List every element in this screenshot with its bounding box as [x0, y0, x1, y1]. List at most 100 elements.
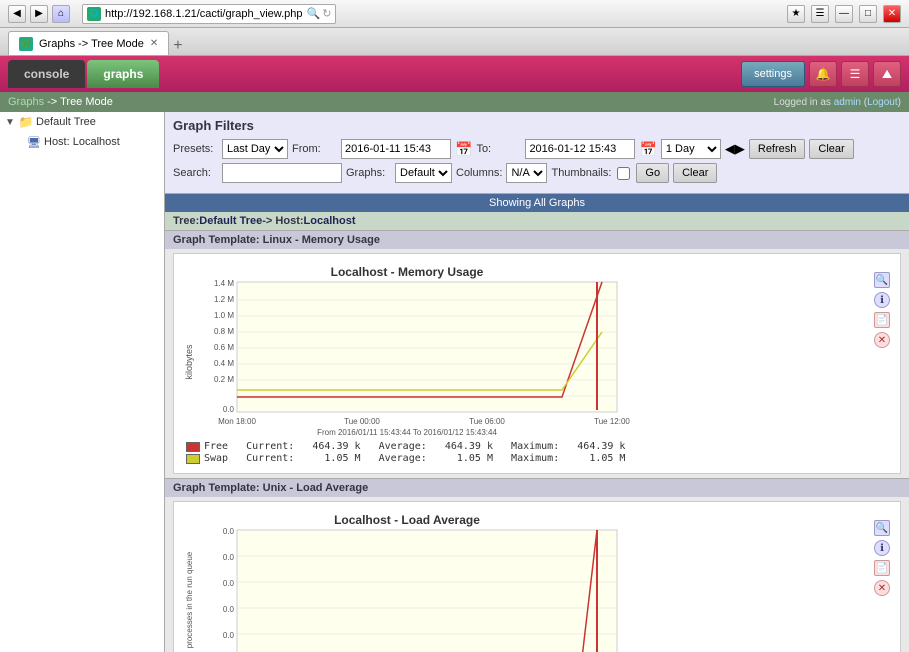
browser-titlebar: ◀ ▶ ⌂ 🌐 http://192.168.1.21/cacti/graph_… — [0, 0, 909, 28]
graphs-breadcrumb-link[interactable]: Graphs — [8, 96, 44, 108]
sidebar-host-localhost[interactable]: 🖥 Host: Localhost — [20, 132, 164, 152]
settings-button[interactable]: settings — [741, 61, 805, 87]
bookmark-icon[interactable]: ★ — [787, 5, 805, 23]
graph2-delete-icon[interactable]: ✕ — [874, 580, 890, 596]
nav-icon-3[interactable]: ⛰ — [873, 61, 901, 87]
maximize-button[interactable]: □ — [859, 5, 877, 23]
columns-label: Columns: — [456, 167, 502, 179]
site-icon: 🌐 — [87, 7, 101, 21]
breadcrumb-bar: Graphs -> Tree Mode Logged in as admin (… — [0, 92, 909, 112]
nav-icon-1[interactable]: 🔔 — [809, 61, 837, 87]
url-text: http://192.168.1.21/cacti/graph_view.php — [105, 8, 303, 20]
graph1-delete-icon[interactable]: ✕ — [874, 332, 890, 348]
svg-text:1.2 M: 1.2 M — [214, 295, 234, 304]
graphs-tab[interactable]: graphs — [87, 60, 159, 88]
graph2-svg-wrapper: Localhost - Load Average processes in th… — [182, 510, 892, 652]
graph1-zoom-icon[interactable]: 🔍 — [874, 272, 890, 288]
clear-button-1[interactable]: Clear — [809, 139, 853, 159]
main-layout: ▼ 📁 Default Tree 🖥 Host: Localhost Graph… — [0, 112, 909, 652]
tree-path: Tree:Default Tree-> Host:Localhost — [165, 212, 909, 230]
browser-tab[interactable]: 🌿 Graphs -> Tree Mode ✕ — [8, 31, 169, 55]
breadcrumb: Graphs -> Tree Mode — [8, 96, 113, 108]
console-tab-label: console — [24, 67, 69, 81]
svg-text:Mon 18:00: Mon 18:00 — [218, 417, 256, 426]
svg-text:0.4 M: 0.4 M — [214, 359, 234, 368]
svg-text:Tue 06:00: Tue 06:00 — [469, 417, 505, 426]
columns-select[interactable]: N/A — [506, 163, 547, 183]
thumbnails-checkbox[interactable] — [617, 167, 630, 180]
timespan-arrow-icon[interactable]: ◀▶ — [725, 141, 745, 157]
graphs-label: Graphs: — [346, 167, 391, 179]
app-container: console graphs settings 🔔 ☰ ⛰ Graphs -> … — [0, 56, 909, 652]
breadcrumb-current: Tree Mode — [60, 96, 113, 108]
graphs-select[interactable]: Default — [395, 163, 452, 183]
from-label: From: — [292, 143, 337, 155]
graph2-zoom-icon[interactable]: 🔍 — [874, 520, 890, 536]
clear-button-2[interactable]: Clear — [673, 163, 717, 183]
svg-text:1.4 M: 1.4 M — [214, 279, 234, 288]
graph2-template-header: Graph Template: Unix - Load Average — [165, 478, 909, 497]
tab-close-icon[interactable]: ✕ — [150, 38, 158, 49]
graph1-title: Localhost - Memory Usage — [331, 265, 484, 279]
graph1-free-color — [186, 442, 200, 452]
logged-in-text: Logged in as — [774, 97, 831, 108]
graph1-script-icon[interactable]: 📄 — [874, 312, 890, 328]
graph2-script-icon[interactable]: 📄 — [874, 560, 890, 576]
tree-path-sep: -> — [262, 215, 272, 227]
graph1-info-icon[interactable]: ℹ — [874, 292, 890, 308]
to-input[interactable] — [525, 139, 635, 159]
from-calendar-icon[interactable]: 📅 — [455, 141, 472, 158]
graph2-bg — [237, 530, 617, 652]
timespan-select[interactable]: 1 Day — [661, 139, 721, 159]
tree-toggle-icon: ▼ — [4, 116, 16, 128]
back-button[interactable]: ◀ — [8, 5, 26, 23]
logout-link[interactable]: Logout — [867, 97, 898, 108]
nav-icon-2[interactable]: ☰ — [841, 61, 869, 87]
tree-path-tree-name: Default Tree — [199, 215, 262, 227]
home-button[interactable]: ⌂ — [52, 5, 70, 23]
refresh-button[interactable]: Refresh — [749, 139, 806, 159]
presets-select[interactable]: Last Day — [222, 139, 288, 159]
svg-text:0.0: 0.0 — [223, 631, 235, 640]
sidebar-tree-default[interactable]: ▼ 📁 Default Tree — [0, 112, 164, 132]
graph2-title: Localhost - Load Average — [334, 513, 480, 527]
host-localhost-label: Host: Localhost — [44, 136, 120, 148]
graph2-side-icons: 🔍 ℹ 📄 ✕ — [872, 510, 892, 652]
graph1-legend-free: Free Current: 464.39 k Average: 464.39 k… — [186, 441, 868, 452]
graphs-tab-label: graphs — [103, 67, 143, 81]
close-button[interactable]: ✕ — [883, 5, 901, 23]
presets-label: Presets: — [173, 143, 218, 155]
minimize-button[interactable]: — — [835, 5, 853, 23]
browser-frame: ◀ ▶ ⌂ 🌐 http://192.168.1.21/cacti/graph_… — [0, 0, 909, 652]
new-tab-button[interactable]: + — [173, 37, 182, 55]
forward-button[interactable]: ▶ — [30, 5, 48, 23]
search-input[interactable] — [222, 163, 342, 183]
address-bar[interactable]: 🌐 http://192.168.1.21/cacti/graph_view.p… — [82, 4, 336, 24]
graph2-info-icon[interactable]: ℹ — [874, 540, 890, 556]
graph1-svg-wrapper: Localhost - Memory Usage kilobytes — [182, 262, 892, 465]
graph1-ylabel: kilobytes — [184, 344, 194, 380]
graph2-ylabel: processes in the run queue — [185, 551, 194, 648]
admin-user-link[interactable]: admin — [834, 97, 861, 108]
tab-bar: 🌿 Graphs -> Tree Mode ✕ + — [0, 28, 909, 56]
graph1-main: Localhost - Memory Usage kilobytes — [182, 262, 872, 465]
to-label: To: — [476, 143, 521, 155]
to-calendar-icon[interactable]: 📅 — [639, 141, 656, 158]
default-tree-label: Default Tree — [36, 116, 96, 128]
folder-icon: 📁 — [18, 114, 34, 130]
thumbnails-label: Thumbnails: — [551, 167, 611, 179]
svg-text:0.0: 0.0 — [223, 527, 235, 536]
nav-right: settings 🔔 ☰ ⛰ — [741, 61, 901, 87]
graph1-side-icons: 🔍 ℹ 📄 ✕ — [872, 262, 892, 465]
svg-text:0.0: 0.0 — [223, 605, 235, 614]
content-area: Graph Filters Presets: Last Day From: 📅 … — [165, 112, 909, 652]
graph1-swap-label: Swap Current: 1.05 M Average: 1.05 M Max… — [204, 453, 625, 464]
menu-icon[interactable]: ☰ — [811, 5, 829, 23]
breadcrumb-separator: -> — [47, 96, 57, 108]
from-input[interactable] — [341, 139, 451, 159]
tree-path-tree-label: Tree: — [173, 215, 199, 227]
browser-toolbar-right: ★ ☰ — □ ✕ — [787, 5, 901, 23]
console-tab[interactable]: console — [8, 60, 85, 88]
showing-banner: Showing All Graphs — [165, 194, 909, 212]
go-button[interactable]: Go — [636, 163, 669, 183]
